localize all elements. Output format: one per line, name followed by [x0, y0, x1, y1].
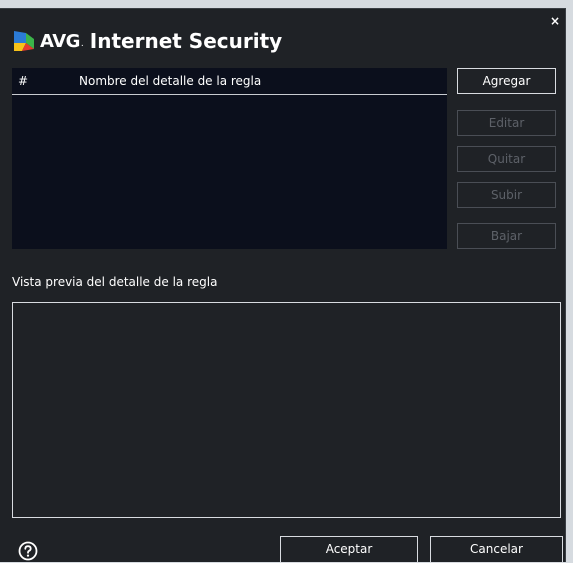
close-button[interactable]: ×	[547, 13, 563, 29]
app-logo: AVG . Internet Security	[12, 27, 282, 55]
preview-label: Vista previa del detalle de la regla	[12, 275, 218, 289]
avg-dialog-window: × AVG . Internet Security # Nombre del d…	[0, 8, 566, 563]
edit-button[interactable]: Editar	[457, 110, 556, 136]
remove-button[interactable]: Quitar	[457, 146, 556, 172]
avg-logo-icon	[14, 31, 34, 51]
rule-preview-box[interactable]	[12, 302, 561, 518]
help-icon[interactable]	[18, 541, 38, 561]
add-button[interactable]: Agregar	[457, 68, 556, 94]
rules-table-header: # Nombre del detalle de la regla	[12, 68, 447, 95]
column-header-rule-name[interactable]: Nombre del detalle de la regla	[79, 74, 261, 88]
product-name: Internet Security	[89, 29, 283, 53]
move-up-button[interactable]: Subir	[457, 182, 556, 208]
move-down-button[interactable]: Bajar	[457, 223, 556, 249]
brand-name: AVG	[40, 30, 80, 52]
cancel-button[interactable]: Cancelar	[430, 536, 563, 563]
accept-button[interactable]: Aceptar	[280, 536, 418, 563]
rules-table[interactable]: # Nombre del detalle de la regla	[12, 68, 447, 249]
column-header-number[interactable]: #	[18, 74, 28, 88]
